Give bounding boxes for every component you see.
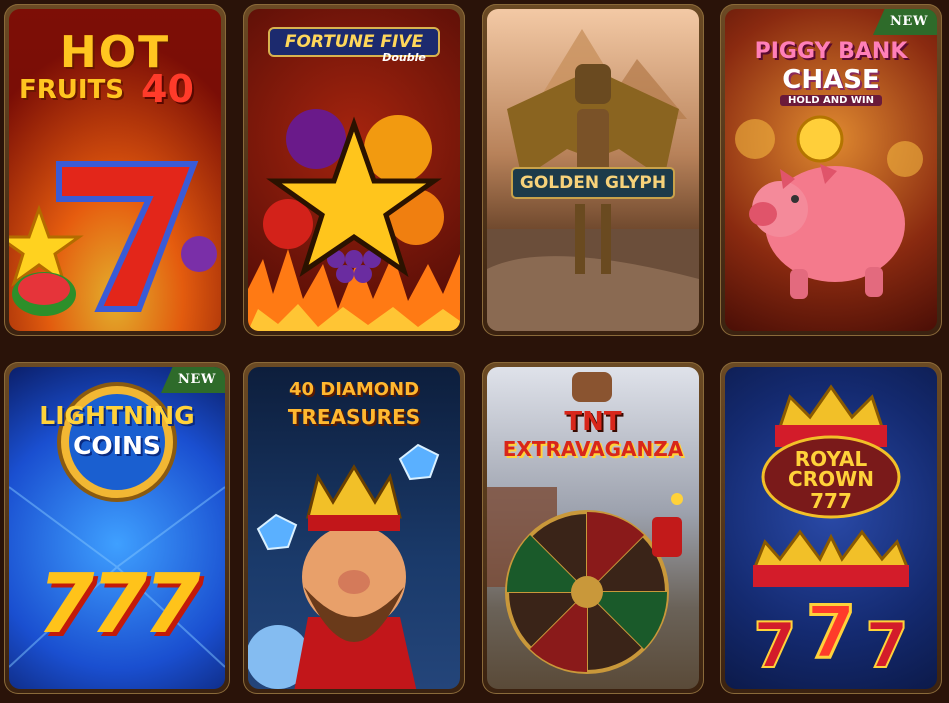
game-title-number: 40	[141, 67, 194, 111]
game-tile-fortune-five-double[interactable]: FORTUNE FIVE Double	[243, 4, 465, 336]
crown-icon	[777, 384, 885, 429]
game-title-line2: CHASE	[782, 65, 880, 95]
fruit-icon	[286, 109, 346, 169]
game-tile-royal-crown-777[interactable]: 7 7 7 ROYAL CROWN 777	[720, 362, 942, 694]
game-title-line2: CROWN	[788, 467, 874, 491]
game-title-line1: TNT	[564, 407, 622, 437]
seven-icon: 777	[37, 557, 200, 652]
game-grid: HOT FRUITS 40 FORTUNE FIVE Double GOLDEN…	[0, 0, 949, 703]
game-title-line2: COINS	[73, 431, 161, 460]
diamond-icon	[398, 443, 440, 481]
royal-crown-artwork: 7 7 7	[752, 384, 910, 683]
svg-text:7: 7	[865, 609, 908, 682]
game-title-line1: 40 DIAMOND	[288, 379, 420, 400]
game-title-line1: PIGGY BANK	[754, 39, 908, 64]
game-tile-golden-glyph[interactable]: GOLDEN GLYPH	[482, 4, 704, 336]
crown-icon	[306, 464, 402, 519]
game-title-line2: FRUITS	[19, 75, 125, 105]
game-title-line1: LIGHTNING	[39, 401, 195, 430]
game-tile-lightning-coins[interactable]: NEW LIGHTNING COINS 777	[4, 362, 230, 694]
svg-text:7: 7	[806, 590, 856, 674]
game-tile-40-diamond-treasures[interactable]: 40 DIAMOND TREASURES	[243, 362, 465, 694]
game-tile-hot-fruits-40[interactable]: HOT FRUITS 40	[4, 4, 226, 336]
game-tile-tnt-extravaganza[interactable]: TNT EXTRAVAGANZA	[482, 362, 704, 694]
game-tile-piggy-bank-chase[interactable]: NEW PIGGY BANK CHASE HOLD AND WIN	[720, 4, 942, 336]
game-title-line2: EXTRAVAGANZA	[502, 437, 684, 461]
game-title-line2: TREASURES	[287, 405, 421, 429]
game-subtitle: HOLD AND WIN	[780, 95, 882, 106]
game-title: GOLDEN GLYPH	[511, 167, 675, 199]
dynamite-icon	[572, 372, 612, 402]
svg-text:7: 7	[753, 609, 796, 682]
fruit-icon	[181, 236, 217, 272]
game-title-number: 777	[810, 489, 852, 513]
coin-icon	[796, 115, 844, 163]
game-subtitle: Double	[382, 51, 426, 64]
